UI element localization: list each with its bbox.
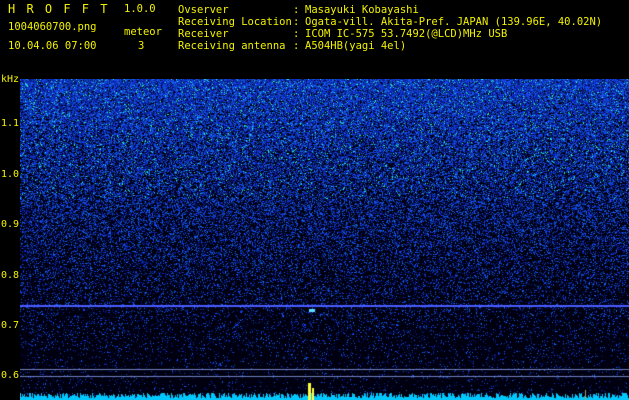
spectrogram-canvas [20, 79, 629, 400]
location-value: Ogata-vill. Akita-Pref. JAPAN (139.96E, … [305, 16, 603, 28]
receiver-value: ICOM IC-575 53.7492(@LCD)MHz USB [305, 28, 508, 40]
datetime-label: 10.04.06 07:00 [8, 40, 97, 52]
app-title: H R O F F T [8, 2, 110, 16]
receiver-label: Receiver [178, 28, 229, 40]
meteor-label: meteor [124, 26, 162, 38]
meteor-count: 3 [138, 40, 145, 52]
filename-label: 1004060700.png [8, 21, 97, 33]
frequency-tick-label: 0.9 [1, 219, 20, 230]
frequency-tick-label: 0.7 [1, 320, 20, 331]
observer-label: Ovserver [178, 4, 229, 16]
colon: : [293, 28, 300, 40]
colon: : [293, 16, 300, 28]
version-label: 1.0.0 [124, 3, 156, 15]
frequency-tick-label: 1.0 [1, 169, 20, 180]
location-label: Receiving Location [178, 16, 292, 28]
frequency-tick-label: 0.8 [1, 270, 20, 281]
frequency-unit-label: kHz [1, 74, 20, 85]
antenna-label: Receiving antenna [178, 40, 286, 52]
frequency-tick-label: 1.1 [1, 118, 20, 129]
antenna-value: A504HB(yagi 4el) [305, 40, 407, 52]
colon: : [293, 40, 300, 52]
observer-value: Masayuki Kobayashi [305, 4, 419, 16]
frequency-tick-label: 0.6 [1, 370, 20, 381]
colon: : [293, 4, 300, 16]
